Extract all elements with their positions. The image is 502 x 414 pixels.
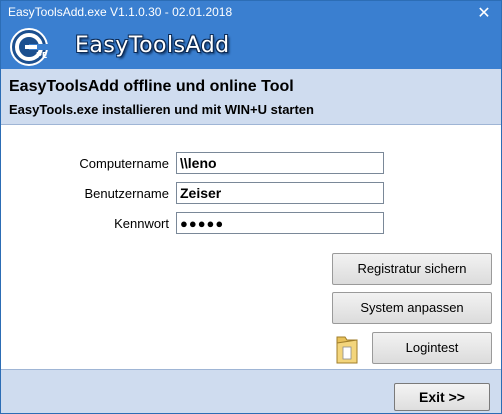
benutzername-input[interactable] bbox=[176, 182, 384, 204]
kennwort-label: Kennwort bbox=[114, 216, 169, 231]
computername-input[interactable] bbox=[176, 152, 384, 174]
brand-name: EasyToolsAdd bbox=[75, 33, 230, 58]
logintest-button[interactable]: Logintest bbox=[372, 332, 492, 364]
header-section: EasyToolsAdd offline und online Tool Eas… bbox=[1, 69, 501, 125]
main-window: EasyToolsAdd.exe V1.1.0.30 - 02.01.2018 … bbox=[0, 0, 502, 414]
logo-letters: PE bbox=[36, 51, 47, 60]
registratur-sichern-button[interactable]: Registratur sichern bbox=[332, 253, 492, 285]
window-title: EasyToolsAdd.exe V1.1.0.30 - 02.01.2018 bbox=[8, 5, 233, 19]
kennwort-input[interactable] bbox=[176, 212, 384, 234]
exit-button[interactable]: Exit >> bbox=[394, 383, 490, 411]
logo-icon: PE bbox=[10, 28, 53, 66]
folder-icon[interactable] bbox=[335, 331, 359, 365]
computername-label: Computername bbox=[79, 156, 169, 171]
close-icon[interactable]: ✕ bbox=[469, 1, 499, 25]
system-anpassen-button[interactable]: System anpassen bbox=[332, 292, 492, 324]
benutzername-label: Benutzername bbox=[84, 186, 169, 201]
footer-bar: Exit >> bbox=[1, 369, 501, 413]
title-bar[interactable]: EasyToolsAdd.exe V1.1.0.30 - 02.01.2018 … bbox=[1, 1, 501, 25]
header-title: EasyToolsAdd offline und online Tool bbox=[9, 78, 294, 95]
banner: PE EasyToolsAdd bbox=[1, 25, 501, 69]
header-subtitle: EasyTools.exe installieren und mit WIN+U… bbox=[9, 102, 314, 117]
